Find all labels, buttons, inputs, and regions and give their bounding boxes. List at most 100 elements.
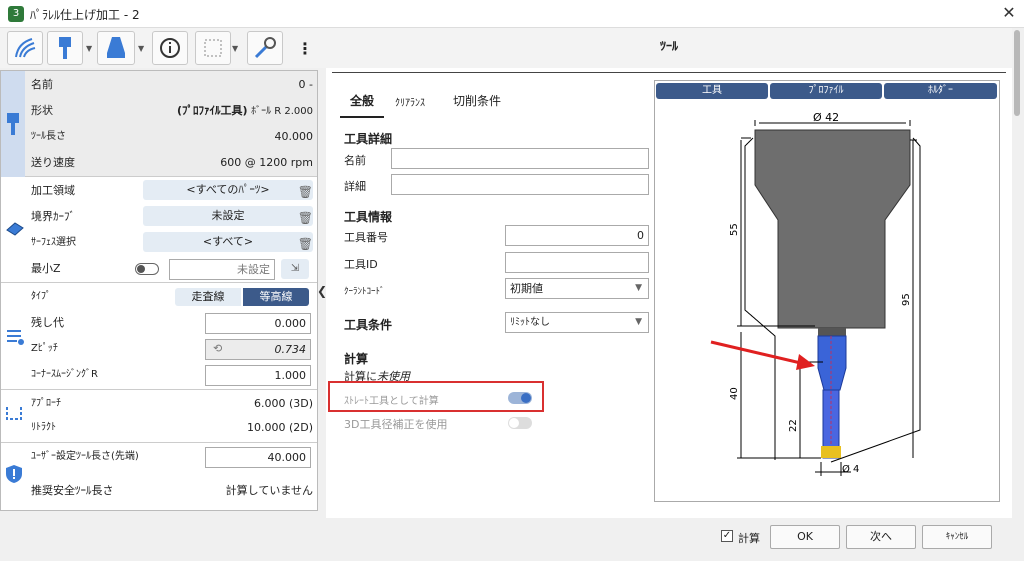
corner-smoothing-input[interactable]: 1.000 [205,365,311,386]
tool-number-input[interactable]: 0 [505,225,649,246]
tool-conditions-heading: 工具条件 [344,318,393,332]
dim-label-40: 40 [729,387,740,400]
type-scanline-button[interactable]: 走査線 [175,288,241,306]
min-z-label: 最小Z [31,262,61,275]
shank-shape [817,335,847,391]
surface-select[interactable]: <すべて> [143,232,313,252]
tool-dropdown-icon[interactable]: ▼ [86,44,92,53]
ball-tip-shape [821,446,841,458]
close-icon[interactable]: ✕ [998,3,1020,22]
more-vertical-icon: ⋮ [297,38,313,58]
dim-label-95: 95 [901,293,912,306]
info-icon [160,38,180,58]
tab-clearance[interactable]: ｸﾘｱﾗﾝｽ [395,94,425,109]
coolant-label: ｸｰﾗﾝﾄｺｰﾄﾞ [344,287,385,297]
links-icon [6,407,22,420]
min-z-toggle[interactable] [135,263,159,275]
calc-checkbox-label: 計算 [738,532,760,545]
chevron-down-icon: ▼ [635,283,642,293]
stock-icon [204,39,222,57]
corner-smoothing-label: ｺｰﾅｰｽﾑｰｼﾞﾝｸﾞR [31,369,98,380]
recommended-length-value: 計算していません [225,484,313,497]
toolpath-icon [15,38,36,58]
tool-tab-tool[interactable]: 工具 [656,83,768,99]
chevron-down-icon: ▼ [635,317,642,327]
region-icon [6,222,24,236]
min-z-input[interactable]: 未設定 [169,259,275,280]
area-select[interactable]: <すべてのﾊﾟｰﾂ> [143,180,313,200]
dim-22 [796,361,823,458]
pick-z-icon[interactable]: ⇲ [281,259,309,279]
window-title: ﾊﾟﾗﾚﾙ仕上げ加工 - 2 [30,8,140,22]
retract-label: ﾘﾄﾗｸﾄ [31,422,56,433]
area-trash-icon[interactable]: 🗑 [298,181,313,203]
tab-cutting-conditions[interactable]: 切削条件 [453,92,501,109]
feed-rate-value: 600 @ 1200 rpm [220,156,313,169]
3d-radius-comp-toggle[interactable] [508,417,532,429]
tool-number-label: 工具番号 [344,231,388,244]
detail-description-input[interactable] [391,174,649,195]
more-button[interactable]: ⋮ [290,31,320,65]
tool-icon [59,37,71,59]
holder-button[interactable] [97,31,135,65]
feed-rate-label: 送り速度 [31,156,75,169]
calc-checkbox[interactable]: ✓ [721,530,733,542]
stock-input[interactable]: 0.000 [205,313,311,334]
coolant-value: 初期値 [510,282,543,295]
retract-value: 10.000 (2D) [246,421,313,434]
cancel-button[interactable]: ｷｬﾝｾﾙ [922,525,992,549]
tool-shape-label: 形状 [31,104,53,117]
red-arrow-line [710,340,806,366]
ok-button[interactable]: OK [770,525,840,549]
area-label: 加工領域 [31,184,75,197]
panel-title: ﾂｰﾙ [326,28,1012,68]
tool-conditions-select[interactable]: ﾘﾐｯﾄなし ▼ [505,312,649,333]
settings-button[interactable] [247,31,283,65]
tool-tab-profile[interactable]: ﾌﾟﾛﾌｧｲﾙ [770,83,882,99]
tool-summary-section[interactable]: 名前 0 - 形状 (ﾌﾟﾛﾌｧｲﾙ工具) ﾎﾞｰﾙ R 2.000 ﾂｰﾙ長さ 40… [1,71,317,177]
next-button[interactable]: 次へ [846,525,916,549]
tool-section-icon [7,113,19,135]
tool-name-label: 名前 [31,78,53,91]
straight-tool-toggle[interactable] [508,392,532,404]
tool-tab-holder[interactable]: ﾎﾙﾀﾞｰ [884,83,997,99]
dim-label-55: 55 [729,223,740,236]
detail-description-label: 詳細 [344,180,366,193]
recommended-length-label: 推奨安全ﾂｰﾙ長さ [31,484,114,497]
dim-label-diameter-tip: Ø 4 [842,463,859,475]
boundary-trash-icon[interactable]: 🗑 [298,207,313,229]
tool-conditions-value: ﾘﾐｯﾄなし [510,317,550,328]
operation-summary-panel: 名前 0 - 形状 (ﾌﾟﾛﾌｧｲﾙ工具) ﾎﾞｰﾙ R 2.000 ﾂｰﾙ長さ 40… [0,70,318,511]
collet-shape [818,328,846,336]
tool-shape-type: (ﾌﾟﾛﾌｧｲﾙ工具) [177,104,248,117]
tool-id-input[interactable] [505,252,649,273]
surface-trash-icon[interactable]: 🗑 [298,233,313,255]
region-section: 加工領域 <すべてのﾊﾟｰﾂ> 🗑 境界ｶｰﾌﾞ 未設定 🗑 ｻｰﾌｪｽ選択 <すべて> 🗑… [1,178,317,283]
stock-label: 残し代 [31,316,64,329]
dim-label-22: 22 [788,419,799,432]
coolant-select[interactable]: 初期値 ▼ [505,278,649,299]
approach-label: ｱﾌﾟﾛｰﾁ [31,398,61,409]
stock-button[interactable] [195,31,231,65]
links-section: ｱﾌﾟﾛｰﾁ 6.000 (3D) ﾘﾄﾗｸﾄ 10.000 (2D) [1,391,317,443]
app-icon: 3 [8,6,24,22]
surface-label: ｻｰﾌｪｽ選択 [31,237,76,248]
auto-calc-icon: ⟲ [213,342,223,355]
boundary-select[interactable]: 未設定 [143,206,313,226]
tool-button[interactable] [47,31,83,65]
divider [332,72,1006,73]
detail-name-input[interactable] [391,148,649,169]
boundary-label: 境界ｶｰﾌﾞ [31,210,75,223]
type-contour-button[interactable]: 等高線 [243,288,309,306]
calc-heading: 計算 [344,352,369,366]
tab-general[interactable]: 全般 [350,92,374,109]
tool-drawing: Ø 42 55 95 40 22 Ø 4 [710,111,921,476]
holder-dropdown-icon[interactable]: ▼ [138,44,144,53]
user-tool-length-input[interactable]: 40.000 [205,447,311,468]
tool-shape-value: ﾎﾞｰﾙ R 2.000 [251,106,313,117]
scrollbar-thumb[interactable] [1014,30,1020,116]
toolpath-button[interactable] [7,31,43,65]
stock-dropdown-icon[interactable]: ▼ [232,44,238,53]
tool-details-heading: 工具詳細 [344,132,393,146]
info-button[interactable] [152,31,188,65]
